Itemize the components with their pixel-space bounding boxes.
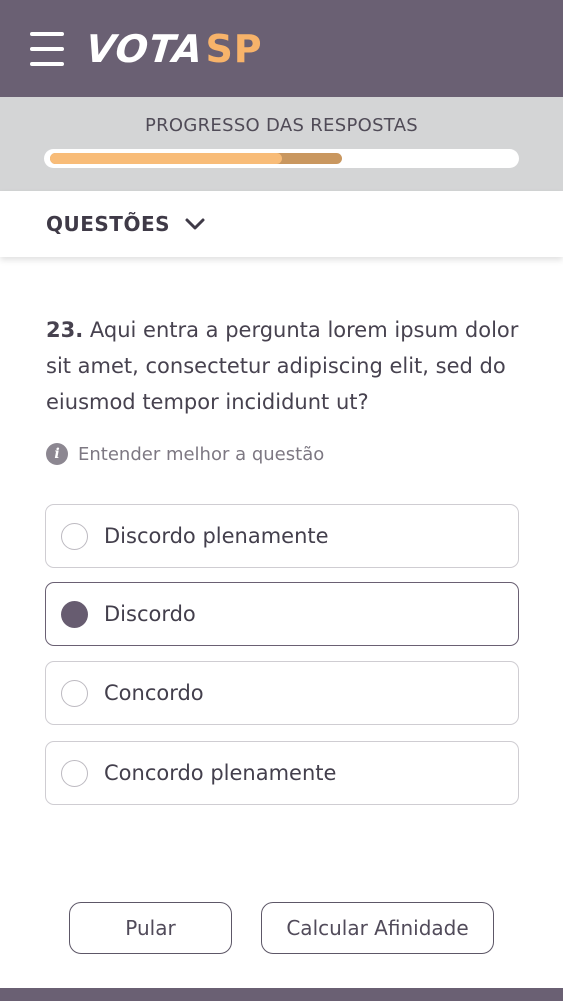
- questions-dropdown-label: QUESTÕES: [46, 212, 171, 236]
- logo[interactable]: VOTA SP: [83, 27, 263, 71]
- menu-line: [30, 47, 64, 51]
- questions-dropdown[interactable]: QUESTÕES: [0, 191, 563, 257]
- top-bar: VOTA SP: [0, 0, 563, 97]
- menu-line: [30, 32, 64, 36]
- calculate-affinity-button[interactable]: Calcular Afinidade: [261, 902, 494, 954]
- option-label: Concordo plenamente: [104, 761, 337, 785]
- info-icon: i: [46, 443, 68, 465]
- understand-question-link[interactable]: i Entender melhor a questão: [46, 441, 324, 467]
- option-label: Concordo: [104, 681, 204, 705]
- bottom-bar: [0, 988, 563, 1001]
- radio-button[interactable]: [61, 522, 88, 550]
- logo-text-vota: VOTA: [83, 27, 206, 71]
- progress-title: PROGRESSO DAS RESPOSTAS: [144, 115, 419, 136]
- question-body: Aqui entra a pergunta lorem ipsum dolor …: [46, 318, 519, 414]
- question-number: 23.: [46, 318, 84, 342]
- radio-button[interactable]: [61, 600, 88, 628]
- progress-section: PROGRESSO DAS RESPOSTAS: [0, 97, 563, 191]
- progress-bar: [44, 149, 519, 168]
- hamburger-menu-icon[interactable]: [30, 32, 66, 66]
- radio-button[interactable]: [61, 759, 88, 787]
- menu-line: [30, 62, 64, 66]
- skip-button[interactable]: Pular: [69, 902, 232, 954]
- option-strongly-disagree[interactable]: Discordo plenamente: [45, 504, 519, 568]
- option-strongly-agree[interactable]: Concordo plenamente: [45, 741, 519, 805]
- option-label: Discordo: [104, 602, 196, 626]
- radio-button[interactable]: [61, 679, 88, 707]
- question-text: 23. Aqui entra a pergunta lorem ipsum do…: [46, 312, 526, 420]
- progress-bar-answered-fill: [50, 153, 282, 164]
- option-agree[interactable]: Concordo: [45, 661, 519, 725]
- chevron-down-icon: [185, 218, 205, 230]
- logo-text-sp: SP: [205, 27, 263, 71]
- understand-question-text: Entender melhor a questão: [78, 443, 325, 465]
- option-label: Discordo plenamente: [104, 524, 329, 548]
- option-disagree[interactable]: Discordo: [45, 582, 519, 646]
